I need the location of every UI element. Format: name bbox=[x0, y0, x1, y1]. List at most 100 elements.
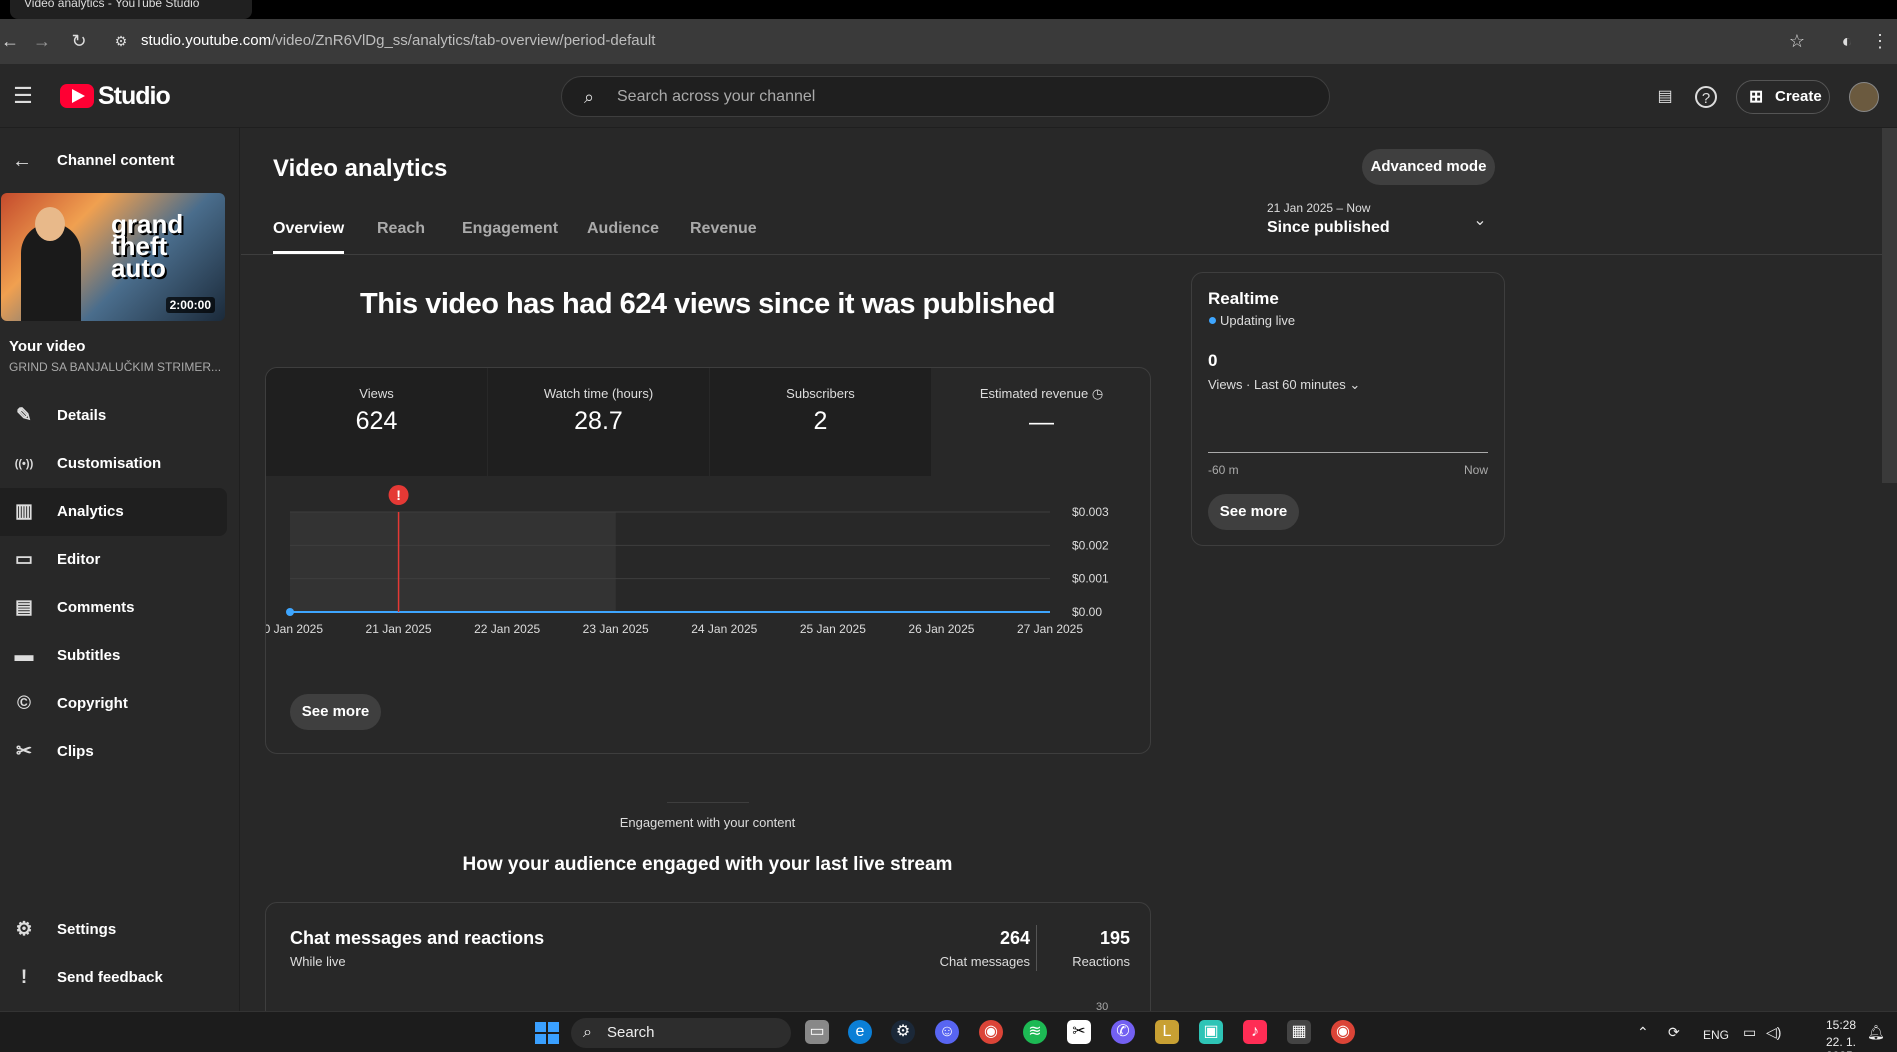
extension-icon[interactable]: ◐ bbox=[1834, 28, 1860, 54]
tiktok-icon[interactable]: ♪ bbox=[1243, 1020, 1267, 1044]
info-clock-icon[interactable]: ◷ bbox=[1092, 386, 1103, 401]
reload-icon[interactable]: ↻ bbox=[68, 28, 90, 54]
clock-date[interactable]: 22. 1. 2025. bbox=[1795, 1035, 1856, 1052]
tab-engagement[interactable]: Engagement bbox=[462, 220, 558, 254]
sidebar-item-settings[interactable]: Settings ⚙ bbox=[0, 906, 227, 954]
tray-overflow-icon[interactable]: ⌃ bbox=[1637, 1024, 1649, 1041]
start-tile bbox=[535, 1034, 546, 1044]
period-label[interactable]: Since published bbox=[1267, 219, 1390, 237]
metric-subscribers[interactable]: Subscribers 2 bbox=[710, 368, 931, 476]
video-thumbnail[interactable]: grand theft auto 2:00:00 bbox=[1, 193, 225, 321]
comment-icon: ▤ bbox=[15, 597, 33, 618]
video-duration: 2:00:00 bbox=[165, 297, 215, 313]
chevron-down-icon[interactable]: ⌄ bbox=[1467, 208, 1493, 234]
chart-shaded-range bbox=[290, 512, 616, 612]
metric-views[interactable]: Views 624 bbox=[266, 368, 487, 476]
back-icon[interactable]: ← bbox=[0, 28, 20, 54]
realtime-see-more-button[interactable]: See more bbox=[1208, 494, 1299, 530]
language-indicator[interactable]: ENG bbox=[1703, 1028, 1729, 1042]
feedback-icon: ! bbox=[20, 967, 28, 988]
y-tick-label: $0.003 bbox=[1072, 505, 1109, 519]
search-icon: ⌕ bbox=[583, 87, 595, 107]
tab-overview[interactable]: Overview bbox=[273, 220, 345, 254]
steam-icon[interactable]: ⚙ bbox=[891, 1020, 915, 1044]
browser-tab-title: Video analytics - YouTube Studio bbox=[24, 0, 200, 10]
sidebar-item-customisation[interactable]: Customisation ((•)) bbox=[0, 440, 227, 488]
sidebar-item-copyright[interactable]: Copyright © bbox=[0, 680, 227, 728]
league-icon[interactable]: L bbox=[1155, 1020, 1179, 1044]
minecraft-icon[interactable]: ▦ bbox=[1287, 1020, 1311, 1044]
tab-reach[interactable]: Reach bbox=[377, 220, 425, 254]
hamburger-menu-icon[interactable]: ☰ bbox=[10, 83, 36, 109]
metric-estimated-revenue[interactable]: Estimated revenue ◷ — bbox=[931, 368, 1150, 476]
sidebar-item-label: Customisation bbox=[57, 455, 162, 472]
metric-label: Views bbox=[359, 386, 394, 401]
sidebar-item-analytics[interactable]: Analytics ▥ bbox=[0, 488, 227, 536]
channel-content-link[interactable]: Channel content bbox=[57, 152, 175, 169]
reactions-count: 195 bbox=[1099, 928, 1130, 948]
address-bar[interactable]: studio.youtube.com/video/ZnR6VlDg_ss/ana… bbox=[141, 28, 1841, 54]
create-label: Create bbox=[1775, 88, 1822, 105]
bookmark-star-icon[interactable]: ☆ bbox=[1784, 28, 1810, 54]
create-button[interactable]: ⊞ Create bbox=[1736, 80, 1830, 114]
site-info-icon[interactable]: ⚙ bbox=[110, 28, 132, 54]
browser-tab[interactable]: Video analytics - YouTube Studio bbox=[10, 0, 252, 19]
help-icon[interactable]: ? bbox=[1695, 86, 1717, 108]
windows-start-icon[interactable] bbox=[535, 1022, 559, 1044]
subtitles-icon: ▬ bbox=[14, 645, 34, 666]
play-triangle-icon bbox=[72, 89, 85, 103]
page-scrollbar[interactable] bbox=[1882, 128, 1897, 483]
volume-icon[interactable]: ◁) bbox=[1766, 1024, 1781, 1041]
sidebar-item-details[interactable]: Details ✎ bbox=[0, 392, 227, 440]
x-tick-label: 23 Jan 2025 bbox=[583, 622, 649, 636]
back-arrow-icon[interactable]: ← bbox=[10, 148, 34, 174]
spotify-icon[interactable]: ≋ bbox=[1023, 1020, 1047, 1044]
forward-icon[interactable]: → bbox=[31, 28, 53, 54]
browser-menu-icon[interactable]: ⋮ bbox=[1870, 28, 1890, 54]
realtime-status: Updating live bbox=[1220, 313, 1296, 328]
x-tick-label: 25 Jan 2025 bbox=[800, 622, 866, 636]
metric-watch-time[interactable]: Watch time (hours) 28.7 bbox=[488, 368, 709, 476]
x-tick-label: 24 Jan 2025 bbox=[691, 622, 757, 636]
metric-label: Estimated revenue ◷ bbox=[931, 386, 1150, 402]
tab-revenue[interactable]: Revenue bbox=[690, 220, 757, 254]
page-title: Video analytics bbox=[273, 155, 448, 182]
video-title: GRIND SA BANJALUČKIM STRIMER... bbox=[9, 360, 222, 374]
studio-logo-text: Studio bbox=[98, 82, 171, 110]
sidebar-item-clips[interactable]: Clips ✂ bbox=[0, 728, 227, 776]
metric-value: 28.7 bbox=[574, 407, 623, 435]
live-dot-icon bbox=[1209, 317, 1216, 324]
search-icon: ⌕ bbox=[583, 1024, 592, 1041]
app-icon[interactable]: ▣ bbox=[1199, 1020, 1223, 1044]
stat-divider bbox=[1036, 925, 1037, 971]
tab-audience[interactable]: Audience bbox=[587, 220, 659, 254]
network-icon[interactable]: ▭ bbox=[1743, 1024, 1756, 1041]
chrome-icon[interactable]: ◉ bbox=[979, 1020, 1003, 1044]
feedback-notes-icon[interactable]: ▤ bbox=[1652, 84, 1678, 110]
y-tick-label: $0.00 bbox=[1072, 605, 1102, 619]
sidebar-item-comments[interactable]: Comments ▤ bbox=[0, 584, 227, 632]
sidebar-item-send-feedback[interactable]: Send feedback! bbox=[0, 954, 227, 1002]
see-more-button[interactable]: See more bbox=[290, 694, 381, 730]
viber-icon[interactable]: ✆ bbox=[1111, 1020, 1135, 1044]
x-tick-label: 26 Jan 2025 bbox=[908, 622, 974, 636]
avatar[interactable] bbox=[1849, 82, 1879, 112]
chrome-active-icon[interactable]: ◉ bbox=[1331, 1020, 1355, 1044]
taskbar-search[interactable]: ⌕ Search bbox=[571, 1018, 791, 1048]
revenue-chart: $0.003 $0.002 $0.001 $0.00 20 Jan 2025 21 Jan… bbox=[266, 485, 1109, 636]
clock-time[interactable]: 15:28 bbox=[1800, 1018, 1856, 1032]
sidebar-item-subtitles[interactable]: Subtitles ▬ bbox=[0, 632, 227, 680]
capcut-icon[interactable]: ✂ bbox=[1067, 1020, 1091, 1044]
discord-icon[interactable]: ☺ bbox=[935, 1020, 959, 1044]
advanced-mode-button[interactable]: Advanced mode bbox=[1362, 149, 1495, 185]
chat-card-subtitle: While live bbox=[290, 954, 346, 969]
headline: This video has had 624 views since it wa… bbox=[360, 288, 1055, 320]
scissors-icon: ✂ bbox=[16, 741, 32, 762]
metric-label-text: Estimated revenue bbox=[979, 386, 1089, 401]
notification-bell-icon[interactable]: 🔔︎ bbox=[1867, 1024, 1885, 1041]
edge-icon[interactable]: e bbox=[848, 1020, 872, 1044]
sidebar-item-editor[interactable]: Editor ▭ bbox=[0, 536, 227, 584]
realtime-metric-selector[interactable]: Views · Last 60 minutes ⌄ bbox=[1208, 377, 1360, 393]
file-explorer-icon[interactable]: ▭ bbox=[805, 1020, 829, 1044]
sync-icon[interactable]: ⟳ bbox=[1668, 1024, 1680, 1041]
